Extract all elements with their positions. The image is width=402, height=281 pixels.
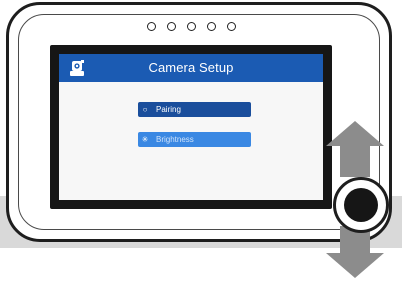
dial-knob[interactable] bbox=[333, 177, 389, 233]
menu-item-pairing[interactable]: ○ Pairing bbox=[138, 102, 251, 117]
status-led bbox=[187, 22, 196, 31]
status-leds bbox=[147, 22, 236, 31]
knob-center[interactable] bbox=[344, 188, 378, 222]
pairing-bullet-icon: ○ bbox=[142, 105, 148, 114]
status-led bbox=[227, 22, 236, 31]
status-led bbox=[207, 22, 216, 31]
menu-item-label: Brightness bbox=[156, 135, 194, 144]
screen-frame: Camera Setup ○ Pairing ✳ Brightness bbox=[50, 45, 332, 209]
screen-title: Camera Setup bbox=[148, 60, 234, 75]
brightness-bullet-icon: ✳ bbox=[141, 135, 149, 144]
menu-item-brightness[interactable]: ✳ Brightness bbox=[138, 132, 251, 147]
arrow-up-icon bbox=[326, 121, 384, 177]
title-bar: Camera Setup bbox=[59, 54, 323, 82]
arrow-down-icon bbox=[326, 226, 384, 278]
status-led bbox=[167, 22, 176, 31]
status-led bbox=[147, 22, 156, 31]
device-screen: Camera Setup ○ Pairing ✳ Brightness bbox=[59, 54, 323, 200]
menu-item-label: Pairing bbox=[156, 105, 181, 114]
